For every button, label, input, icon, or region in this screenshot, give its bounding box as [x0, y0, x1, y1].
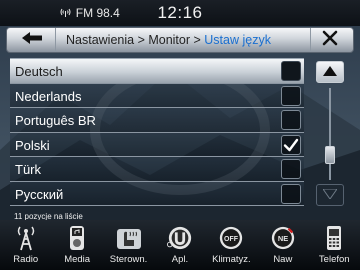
apps-icon: [166, 225, 193, 251]
back-button[interactable]: [9, 29, 55, 51]
language-checkbox[interactable]: [281, 134, 301, 155]
radio-tower-icon: [13, 225, 39, 251]
scroll-control: [312, 58, 348, 210]
language-checkbox[interactable]: [281, 183, 301, 204]
compass-heading-text: NE: [278, 234, 288, 243]
media-player-icon: [64, 225, 90, 251]
language-label: Polski: [15, 137, 50, 153]
language-checkbox[interactable]: [281, 85, 301, 106]
scroll-down-button[interactable]: [316, 184, 344, 206]
clock: 12:16: [157, 3, 203, 22]
checkmark-icon: [283, 138, 299, 151]
nav-label: Sterown.: [109, 254, 148, 265]
nav-phone[interactable]: Telefon: [309, 220, 360, 270]
breadcrumb-monitor: Monitor: [148, 33, 191, 47]
breadcrumb-current: Ustaw język: [204, 33, 271, 47]
scroll-up-button[interactable]: [316, 61, 344, 83]
language-row[interactable]: Deutsch: [10, 59, 304, 84]
breadcrumb-settings: Nastawienia: [66, 33, 135, 47]
language-list: Deutsch Nederlands Português BR Polski Türk Р…: [10, 58, 304, 210]
navigation-icon: NE: [270, 225, 296, 251]
breadcrumb-separator: >: [134, 33, 149, 47]
nav-climate[interactable]: OFF Klimatyz.: [206, 220, 257, 270]
language-row[interactable]: Türk: [10, 157, 304, 182]
close-icon: [322, 30, 338, 51]
nav-apps[interactable]: Apl.: [154, 220, 205, 270]
language-label: Nederlands: [15, 88, 82, 104]
nav-label: Apl.: [171, 254, 189, 265]
triangle-down-icon: [322, 186, 338, 204]
breadcrumb-separator: >: [190, 33, 205, 47]
scroll-track[interactable]: [329, 88, 331, 180]
language-row[interactable]: Português BR: [10, 108, 304, 133]
language-checkbox[interactable]: [281, 110, 301, 130]
status-bar: FM 98.4 12:16: [0, 0, 360, 26]
nav-label: Radio: [13, 254, 39, 265]
language-label: Português BR: [15, 113, 96, 128]
bottom-nav: Radio Media Sterown. Apl. OFF Klimatyz. …: [0, 220, 360, 270]
nav-label: Naw: [273, 254, 293, 265]
nav-radio[interactable]: Radio: [0, 220, 51, 270]
language-label: Русский: [15, 186, 64, 202]
header-bar: Nastawienia > Monitor > Ustaw język: [6, 27, 354, 53]
language-checkbox[interactable]: [281, 159, 301, 179]
language-checkbox[interactable]: [281, 61, 301, 81]
language-row[interactable]: Русский: [10, 181, 304, 206]
scroll-thumb[interactable]: [325, 145, 335, 164]
nav-media[interactable]: Media: [51, 220, 102, 270]
language-row[interactable]: Polski: [10, 132, 304, 157]
nav-label: Klimatyz.: [212, 254, 251, 265]
phone-icon: [321, 225, 347, 251]
climate-off-text: OFF: [224, 236, 238, 243]
language-label: Türk: [15, 162, 41, 177]
climate-off-icon: OFF: [218, 225, 244, 251]
seat-heat-icon: [116, 225, 142, 251]
nav-navigation[interactable]: NE Naw: [257, 220, 308, 270]
language-row[interactable]: Nederlands: [10, 83, 304, 108]
triangle-up-icon: [323, 63, 337, 81]
back-arrow-icon: [21, 31, 43, 50]
breadcrumb: Nastawienia > Monitor > Ustaw język: [55, 28, 311, 52]
nav-label: Telefon: [318, 254, 350, 265]
nav-controls[interactable]: Sterown.: [103, 220, 154, 270]
language-label: Deutsch: [15, 64, 63, 79]
nav-label: Media: [64, 254, 91, 265]
close-button[interactable]: [309, 29, 351, 51]
